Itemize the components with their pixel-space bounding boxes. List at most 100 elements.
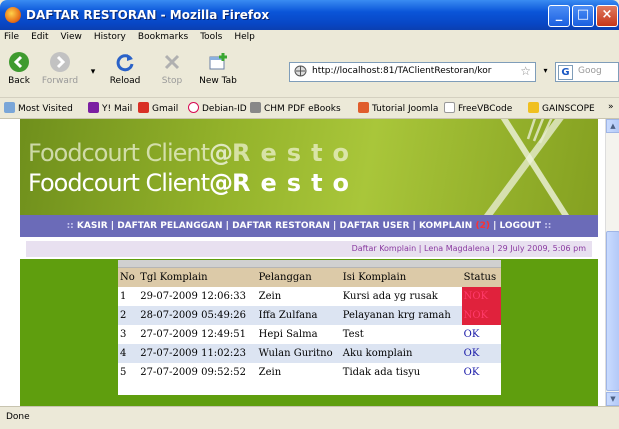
google-search-engine-icon[interactable]: G <box>558 65 573 80</box>
col-header-no: No <box>118 268 139 287</box>
cell-tgl: 27-07-2009 11:02:23 <box>138 344 257 363</box>
bookmark-star-icon[interactable]: ☆ <box>520 64 531 78</box>
banner-resto-text: Resto <box>232 169 360 197</box>
nav-kasir[interactable]: KASIR <box>77 221 108 231</box>
stop-button[interactable]: Stop <box>152 51 192 86</box>
gainscope-icon <box>528 102 539 113</box>
col-header-status: Status <box>461 268 501 287</box>
menu-view[interactable]: View <box>55 30 88 42</box>
back-button[interactable]: Back <box>4 51 34 86</box>
yahoo-icon <box>88 102 99 113</box>
nav-separator: | <box>107 221 118 231</box>
url-bar[interactable]: http://localhost:81/TAClientRestoran/kor… <box>289 62 536 82</box>
new-tab-label: New Tab <box>199 76 237 86</box>
window-title: DAFTAR RESTORAN - Mozilla Firefox <box>26 8 270 22</box>
navigation-toolbar: Back Forward ▾ Reload Stop New Tab http:… <box>0 47 619 98</box>
window-title-bar[interactable]: DAFTAR RESTORAN - Mozilla Firefox _ □ × <box>0 0 619 30</box>
cell-isi: Test <box>340 325 462 344</box>
search-box[interactable]: G Goog <box>555 62 619 82</box>
menu-tools[interactable]: Tools <box>194 30 228 42</box>
reload-button[interactable]: Reload <box>103 51 147 86</box>
reload-icon <box>116 54 134 72</box>
nav-daftar-pelanggan[interactable]: DAFTAR PELANGGAN <box>117 221 222 231</box>
cell-pelanggan: Wulan Guritno <box>256 344 341 363</box>
maximize-button[interactable]: □ <box>572 5 594 27</box>
nav-lead-marker: :: <box>66 221 77 231</box>
bookmark-yahoo-mail[interactable]: Y! Mail <box>88 102 132 114</box>
history-dropdown-icon[interactable]: ▾ <box>87 67 99 77</box>
bookmark-tutorial-joomla[interactable]: Tutorial Joomla <box>358 102 438 114</box>
stop-label: Stop <box>161 76 183 86</box>
new-tab-button[interactable]: New Tab <box>196 51 240 86</box>
cell-isi: Aku komplain <box>340 344 462 363</box>
firefox-logo-icon <box>5 7 21 23</box>
back-arrow-icon <box>9 52 29 72</box>
nav-daftar-user[interactable]: DAFTAR USER <box>339 221 409 231</box>
bookmark-label: GAINSCOPE <box>542 104 595 114</box>
bookmark-label: FreeVBCode <box>458 104 513 114</box>
nav-daftar-restoran[interactable]: DAFTAR RESTORAN <box>232 221 330 231</box>
menu-help[interactable]: Help <box>228 30 261 42</box>
forward-label: Forward <box>41 76 79 86</box>
search-placeholder: Goog <box>578 66 602 76</box>
cell-tgl: 29-07-2009 12:06:33 <box>138 287 257 306</box>
cell-no: 3 <box>118 325 139 344</box>
scroll-down-arrow-icon[interactable]: ▼ <box>606 392 619 406</box>
banner-line-1: Foodcourt Client@Resto <box>28 139 359 167</box>
forward-button[interactable]: Forward <box>40 51 80 86</box>
page-icon <box>444 102 455 113</box>
menu-file[interactable]: File <box>0 30 25 42</box>
bookmark-gainscope[interactable]: GAINSCOPE <box>528 102 595 114</box>
nav-logout[interactable]: LOGOUT <box>500 221 542 231</box>
bookmark-gmail[interactable]: Gmail <box>138 102 178 114</box>
bookmark-label: Gmail <box>152 104 179 114</box>
menu-history[interactable]: History <box>88 30 132 42</box>
complaint-table: No Tgl Komplain Pelanggan Isi Komplain S… <box>118 268 501 382</box>
menu-bookmarks[interactable]: Bookmarks <box>132 30 194 42</box>
col-header-pelanggan: Pelanggan <box>256 268 341 287</box>
banner-brand-text: Foodcourt Client <box>28 139 210 167</box>
scrollbar-thumb[interactable] <box>606 231 619 391</box>
bookmark-debian-id[interactable]: Debian-ID <box>188 102 247 114</box>
status-badge[interactable]: OK <box>461 363 501 382</box>
bookmark-freevbcode[interactable]: FreeVBCode <box>444 102 512 114</box>
cell-tgl: 27-07-2009 12:49:51 <box>138 325 257 344</box>
cell-isi: Kursi ada yg rusak <box>340 287 462 306</box>
url-text[interactable]: http://localhost:81/TAClientRestoran/kor <box>312 66 508 76</box>
cell-isi: Pelayanan krg ramah <box>340 306 462 325</box>
table-row: 2 28-07-2009 05:49:26 Iffa Zulfana Pelay… <box>118 306 501 325</box>
cell-pelanggan: Zein <box>256 363 341 382</box>
cell-no: 5 <box>118 363 139 382</box>
vertical-scrollbar[interactable]: ▲ ▼ <box>605 119 619 406</box>
cell-no: 4 <box>118 344 139 363</box>
status-badge[interactable]: NOK <box>461 287 501 306</box>
bookmarks-overflow-chevron[interactable]: » <box>608 102 614 112</box>
cell-isi: Tidak ada tisyu <box>340 363 462 382</box>
site-nav-menu: :: KASIR | DAFTAR PELANGGAN | DAFTAR RES… <box>20 215 598 237</box>
nav-separator: | <box>222 221 233 231</box>
debian-icon <box>188 102 199 113</box>
status-badge[interactable]: OK <box>461 325 501 344</box>
status-badge[interactable]: NOK <box>461 306 501 325</box>
site-identity-icon <box>294 65 307 77</box>
bookmark-label: Y! Mail <box>102 104 133 114</box>
banner-resto-text: Resto <box>232 139 360 167</box>
bookmark-label: CHM PDF eBooks <box>264 104 341 114</box>
chm-icon <box>250 102 261 113</box>
bookmark-chm-pdf-ebooks[interactable]: CHM PDF eBooks <box>250 102 341 114</box>
joomla-icon <box>358 102 369 113</box>
scroll-up-arrow-icon[interactable]: ▲ <box>606 119 619 133</box>
table-row: 1 29-07-2009 12:06:33 Zein Kursi ada yg … <box>118 287 501 306</box>
minimize-button[interactable]: _ <box>548 5 570 27</box>
close-button[interactable]: × <box>596 5 618 27</box>
cell-no: 2 <box>118 306 139 325</box>
url-dropdown-icon[interactable]: ▾ <box>538 62 553 80</box>
bookmark-most-visited[interactable]: Most Visited <box>4 102 73 114</box>
nav-komplain[interactable]: KOMPLAIN <box>419 221 472 231</box>
reload-label: Reload <box>109 76 141 86</box>
menu-edit[interactable]: Edit <box>25 30 54 42</box>
col-header-tgl: Tgl Komplain <box>138 268 257 287</box>
banner-brand-text: Foodcourt Client <box>28 169 210 197</box>
status-badge[interactable]: OK <box>461 344 501 363</box>
banner-at-symbol: @ <box>209 139 233 167</box>
